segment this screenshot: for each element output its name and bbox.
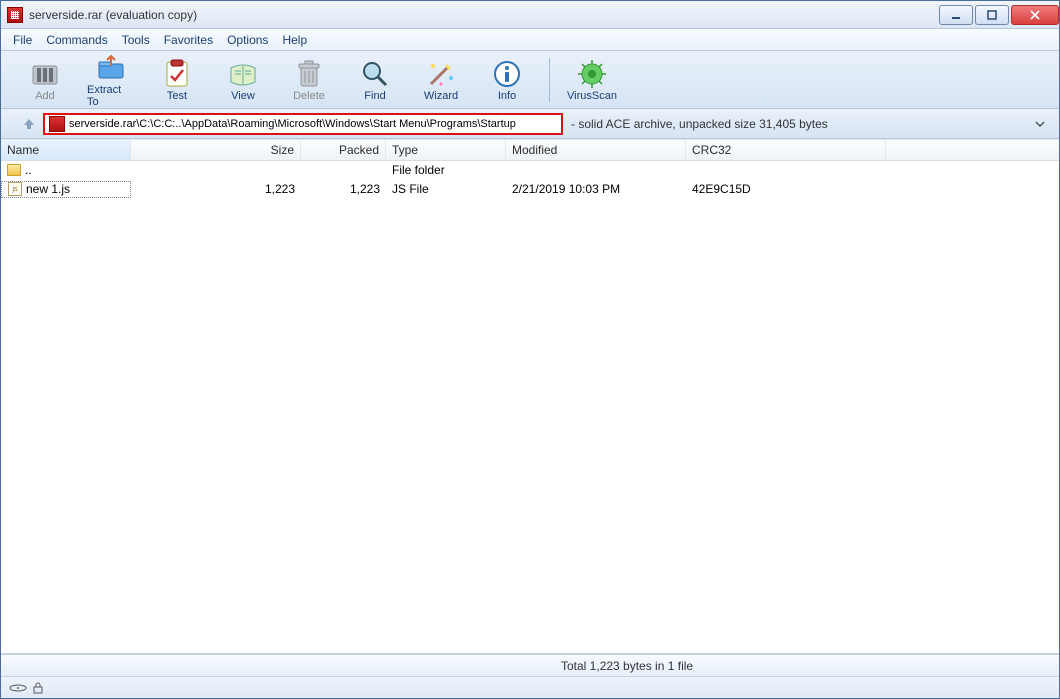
file-type: JS File (386, 182, 506, 196)
tool-label: View (231, 90, 255, 102)
menu-options[interactable]: Options (227, 33, 268, 47)
info-icon (491, 58, 523, 90)
toolbar: Add Extract To Test View Delete (1, 51, 1059, 109)
tool-wizard[interactable]: Wizard (417, 58, 465, 102)
file-type: File folder (386, 163, 506, 177)
tool-label: Add (35, 90, 55, 102)
column-headers: Name Size Packed Type Modified CRC32 (1, 139, 1059, 161)
close-icon (1030, 10, 1040, 20)
maximize-button[interactable] (975, 5, 1009, 25)
file-name: .. (25, 163, 32, 177)
summary-bar: Total 1,223 bytes in 1 file (1, 654, 1059, 676)
tool-delete[interactable]: Delete (285, 58, 333, 102)
title-bar: serverside.rar (evaluation copy) (1, 1, 1059, 29)
tool-virusscan[interactable]: VirusScan (568, 58, 616, 102)
tool-label: Info (498, 90, 516, 102)
up-button[interactable] (21, 116, 37, 132)
view-icon (227, 58, 259, 90)
col-modified[interactable]: Modified (506, 140, 686, 160)
close-button[interactable] (1011, 5, 1059, 25)
menu-file[interactable]: File (13, 33, 32, 47)
window-title: serverside.rar (evaluation copy) (29, 8, 197, 22)
app-icon (7, 7, 23, 23)
archive-info: - solid ACE archive, unpacked size 31,40… (569, 117, 828, 131)
tool-label: Delete (293, 90, 325, 102)
status-bar (1, 676, 1059, 698)
list-item[interactable]: .. File folder (1, 161, 1059, 180)
file-crc: 42E9C15D (686, 182, 886, 196)
toolbar-separator (549, 58, 550, 102)
tool-extract-to[interactable]: Extract To (87, 52, 135, 108)
winrar-window: serverside.rar (evaluation copy) File Co… (0, 0, 1060, 699)
tool-label: Test (167, 90, 187, 102)
status-icons (9, 682, 45, 694)
menu-favorites[interactable]: Favorites (164, 33, 213, 47)
file-list[interactable]: .. File folder js new 1.js 1,223 1,223 J… (1, 161, 1059, 654)
tool-info[interactable]: Info (483, 58, 531, 102)
menu-tools[interactable]: Tools (122, 33, 150, 47)
minimize-button[interactable] (939, 5, 973, 25)
tool-test[interactable]: Test (153, 58, 201, 102)
address-bar: serverside.rar\C:\C:C:..\AppData\Roaming… (1, 109, 1059, 139)
add-icon (29, 58, 61, 90)
tool-label: Find (364, 90, 385, 102)
wizard-icon (425, 58, 457, 90)
menu-commands[interactable]: Commands (46, 33, 107, 47)
lock-icon (31, 682, 45, 694)
folder-icon (7, 164, 21, 176)
window-controls (937, 5, 1059, 25)
tool-label: VirusScan (567, 90, 617, 102)
delete-icon (293, 58, 325, 90)
chevron-down-icon (1035, 119, 1045, 129)
menu-help[interactable]: Help (282, 33, 307, 47)
jsfile-icon: js (8, 182, 22, 196)
tool-label: Extract To (87, 84, 135, 108)
col-name[interactable]: Name (1, 140, 131, 160)
path-dropdown[interactable] (1035, 119, 1051, 129)
file-name: new 1.js (26, 182, 70, 196)
list-item[interactable]: js new 1.js 1,223 1,223 JS File 2/21/201… (1, 180, 1059, 199)
disk-icon (9, 682, 27, 694)
extract-icon (95, 52, 127, 84)
col-packed[interactable]: Packed (301, 140, 386, 160)
col-crc[interactable]: CRC32 (686, 140, 886, 160)
up-arrow-icon (22, 117, 36, 131)
tool-add[interactable]: Add (21, 58, 69, 102)
col-size[interactable]: Size (131, 140, 301, 160)
virusscan-icon (576, 58, 608, 90)
archive-icon (49, 116, 65, 132)
file-size: 1,223 (131, 182, 301, 196)
path-text: serverside.rar\C:\C:C:..\AppData\Roaming… (69, 118, 516, 130)
summary-text: Total 1,223 bytes in 1 file (561, 659, 693, 673)
tool-find[interactable]: Find (351, 58, 399, 102)
path-field-highlight[interactable]: serverside.rar\C:\C:C:..\AppData\Roaming… (43, 113, 563, 135)
test-icon (161, 58, 193, 90)
tool-label: Wizard (424, 90, 458, 102)
minimize-icon (951, 10, 961, 20)
col-type[interactable]: Type (386, 140, 506, 160)
find-icon (359, 58, 391, 90)
tool-view[interactable]: View (219, 58, 267, 102)
file-packed: 1,223 (301, 182, 386, 196)
maximize-icon (987, 10, 997, 20)
menu-bar: File Commands Tools Favorites Options He… (1, 29, 1059, 51)
file-modified: 2/21/2019 10:03 PM (506, 182, 686, 196)
